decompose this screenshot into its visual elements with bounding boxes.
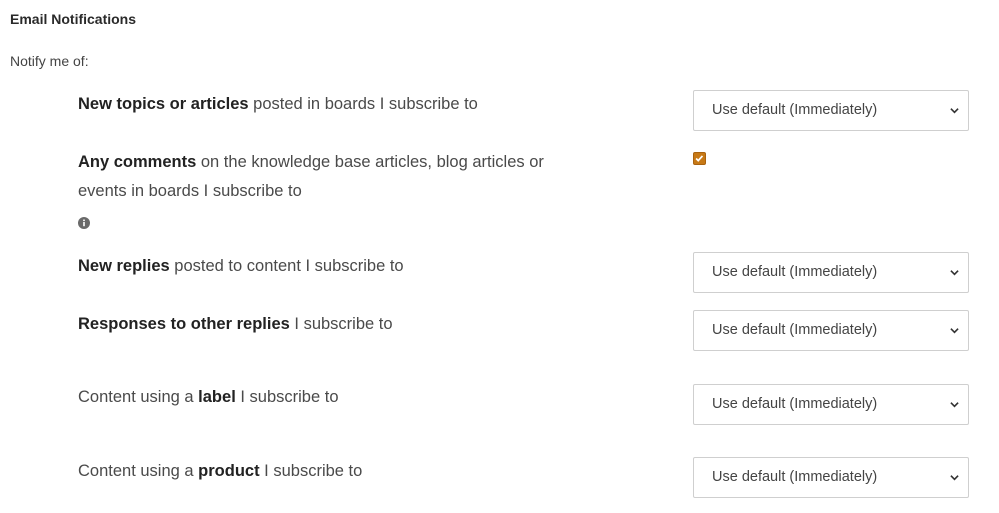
- row-label-rest: posted to content I subscribe to: [169, 257, 404, 275]
- row-label-pre: Content using a: [78, 388, 199, 406]
- select-value: Use default (Immediately): [712, 396, 878, 412]
- row-label-rest: I subscribe to: [259, 462, 363, 480]
- row-label-bold: label: [198, 388, 236, 406]
- frequency-select-content-label[interactable]: Use default (Immediately): [693, 384, 969, 425]
- row-label-content-product: Content using a product I subscribe to: [78, 457, 578, 486]
- row-label-bold: Any comments: [78, 153, 197, 171]
- chevron-down-icon: [950, 108, 959, 114]
- select-value: Use default (Immediately): [712, 102, 878, 118]
- row-label-bold: Responses to other replies: [78, 315, 290, 333]
- checkmark-icon: [695, 155, 704, 162]
- select-value: Use default (Immediately): [712, 469, 878, 485]
- chevron-down-icon: [950, 328, 959, 334]
- row-label-any-comments: Any comments on the knowledge base artic…: [78, 148, 578, 206]
- row-label-bold: New replies: [78, 257, 170, 275]
- row-label-rest: I subscribe to: [235, 388, 339, 406]
- select-value: Use default (Immediately): [712, 264, 878, 280]
- row-label-bold: product: [198, 462, 260, 480]
- row-label-rest: I subscribe to: [289, 315, 393, 333]
- frequency-select-content-product[interactable]: Use default (Immediately): [693, 457, 969, 498]
- frequency-select-responses[interactable]: Use default (Immediately): [693, 310, 969, 351]
- frequency-select-new-replies[interactable]: Use default (Immediately): [693, 252, 969, 293]
- row-label-new-topics: New topics or articles posted in boards …: [78, 90, 578, 119]
- chevron-down-icon: [950, 402, 959, 408]
- row-label-bold: New topics or articles: [78, 95, 249, 113]
- notify-me-of-label: Notify me of:: [10, 53, 89, 69]
- row-label-responses: Responses to other replies I subscribe t…: [78, 310, 578, 339]
- row-label-rest: posted in boards I subscribe to: [248, 95, 478, 113]
- frequency-select-new-topics[interactable]: Use default (Immediately): [693, 90, 969, 131]
- row-label-content-label: Content using a label I subscribe to: [78, 383, 578, 412]
- row-label-new-replies: New replies posted to content I subscrib…: [78, 252, 578, 281]
- chevron-down-icon: [950, 270, 959, 276]
- info-circle-icon[interactable]: [78, 217, 90, 229]
- any-comments-checkbox[interactable]: [693, 152, 706, 165]
- section-title: Email Notifications: [10, 11, 137, 27]
- row-label-pre: Content using a: [78, 462, 199, 480]
- chevron-down-icon: [950, 475, 959, 481]
- select-value: Use default (Immediately): [712, 322, 878, 338]
